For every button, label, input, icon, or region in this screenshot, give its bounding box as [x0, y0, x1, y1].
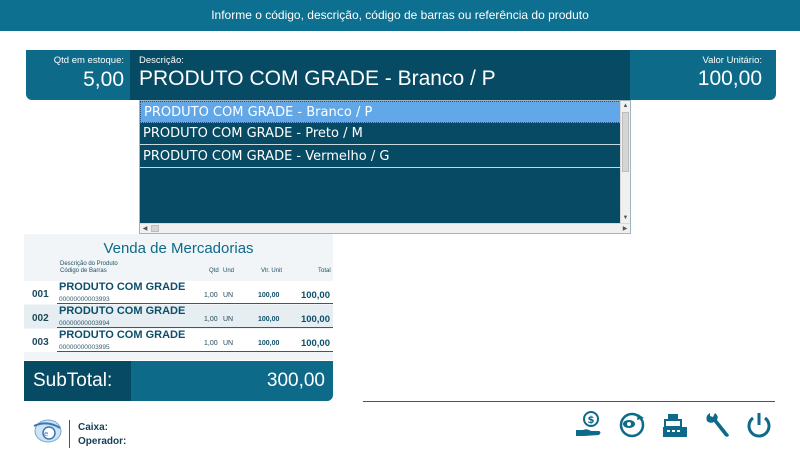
suggestion-item[interactable]: PRODUTO COM GRADE - Branco / P: [140, 101, 621, 123]
exchange-icon[interactable]: [617, 410, 647, 440]
wrench-settings-icon[interactable]: [702, 410, 732, 440]
description-label: Descrição:: [139, 55, 184, 66]
description-input[interactable]: PRODUTO COM GRADE - Branco / P: [139, 67, 630, 91]
row-number: 003: [32, 337, 49, 348]
col-header-unit-value: Vlr. Unit: [261, 268, 283, 274]
unit-price-value: 100,00: [697, 67, 762, 90]
power-off-icon[interactable]: [744, 410, 774, 440]
row-unit: UN: [223, 292, 234, 299]
row-unit-value: 100,00: [258, 316, 280, 323]
row-number: 001: [32, 289, 49, 300]
row-total: 100,00: [300, 338, 330, 349]
row-barcode: 00000000003994: [59, 320, 110, 327]
product-entry-panel: Qtd em estoque: 5,00 Descrição: PRODUTO …: [26, 50, 776, 100]
payment-hand-coin-icon[interactable]: $: [574, 410, 604, 440]
subtotal-value: 300,00: [266, 370, 325, 391]
sales-list-panel: Venda de Mercadorias Descrição do Produt…: [24, 234, 333, 360]
operador-label: Operador:: [78, 436, 127, 447]
scroll-up-arrow-icon[interactable]: ▲: [621, 101, 630, 111]
row-qtd: 1,00: [204, 340, 218, 347]
product-suggestion-list[interactable]: PRODUTO COM GRADE - Branco / P PRODUTO C…: [139, 100, 631, 234]
svg-text:$: $: [588, 415, 595, 426]
footer-divider: [363, 401, 775, 402]
unit-price-box: Valor Unitário: 100,00: [630, 50, 776, 100]
col-header-barcode: Código de Barras: [60, 268, 107, 274]
col-header-und: Und: [223, 268, 235, 274]
horizontal-scroll-thumb[interactable]: [151, 225, 159, 232]
row-unit-value: 100,00: [258, 292, 280, 299]
scroll-down-arrow-icon[interactable]: ▼: [621, 213, 630, 223]
cash-register-icon[interactable]: [660, 410, 690, 440]
row-barcode: 00000000003995: [59, 344, 110, 351]
row-qtd: 1,00: [204, 316, 218, 323]
horizontal-scrollbar[interactable]: ◀ ▶: [140, 223, 630, 233]
suggestion-item[interactable]: PRODUTO COM GRADE - Preto / M: [140, 123, 621, 145]
row-qtd: 1,00: [204, 292, 218, 299]
subtotal-label: SubTotal:: [24, 361, 131, 401]
col-header-qtd: Qtd: [209, 268, 219, 274]
row-unit-value: 100,00: [258, 340, 280, 347]
sale-row[interactable]: 002 PRODUTO COM GRADE 00000000003994 1,0…: [24, 305, 333, 328]
svg-text:e: e: [44, 430, 48, 438]
pdv-window: Informe o código, descrição, código de b…: [0, 0, 800, 450]
scroll-left-arrow-icon[interactable]: ◀: [140, 224, 150, 234]
unit-price-label: Valor Unitário:: [702, 55, 763, 66]
row-divider: [57, 303, 333, 304]
footer-vertical-divider: [69, 420, 70, 448]
row-product-name: PRODUTO COM GRADE: [59, 281, 186, 293]
row-unit: UN: [223, 316, 234, 323]
scroll-right-arrow-icon[interactable]: ▶: [620, 224, 630, 234]
suggestion-item[interactable]: PRODUTO COM GRADE - Vermelho / G: [140, 146, 621, 168]
sale-row[interactable]: 001 PRODUTO COM GRADE 00000000003993 1,0…: [24, 281, 333, 304]
sale-row[interactable]: 003 PRODUTO COM GRADE 00000000003995 1,0…: [24, 329, 333, 352]
row-product-name: PRODUTO COM GRADE: [59, 305, 186, 317]
row-divider: [57, 327, 333, 328]
company-logo-icon: e: [33, 419, 62, 443]
stock-qty-box: Qtd em estoque: 5,00: [26, 50, 130, 100]
row-divider: [57, 351, 333, 352]
row-unit: UN: [223, 340, 234, 347]
col-header-description: Descrição do Produto: [60, 261, 118, 267]
col-header-total: Total: [318, 268, 331, 274]
row-product-name: PRODUTO COM GRADE: [59, 329, 186, 341]
row-number: 002: [32, 313, 49, 324]
subtotal-panel: SubTotal: 300,00: [24, 361, 333, 401]
vertical-scroll-thumb[interactable]: [622, 112, 629, 172]
sales-title: Venda de Mercadorias: [103, 240, 254, 257]
vertical-scrollbar[interactable]: ▲ ▼: [620, 101, 630, 223]
instruction-bar: Informe o código, descrição, código de b…: [0, 0, 800, 31]
caixa-label: Caixa:: [78, 422, 109, 433]
description-field[interactable]: Descrição: PRODUTO COM GRADE - Branco / …: [130, 50, 630, 100]
row-total: 100,00: [300, 314, 330, 325]
row-total: 100,00: [300, 290, 330, 301]
stock-qty-value: 5,00: [83, 68, 124, 91]
stock-qty-label: Qtd em estoque:: [53, 55, 124, 66]
row-barcode: 00000000003993: [59, 296, 110, 303]
